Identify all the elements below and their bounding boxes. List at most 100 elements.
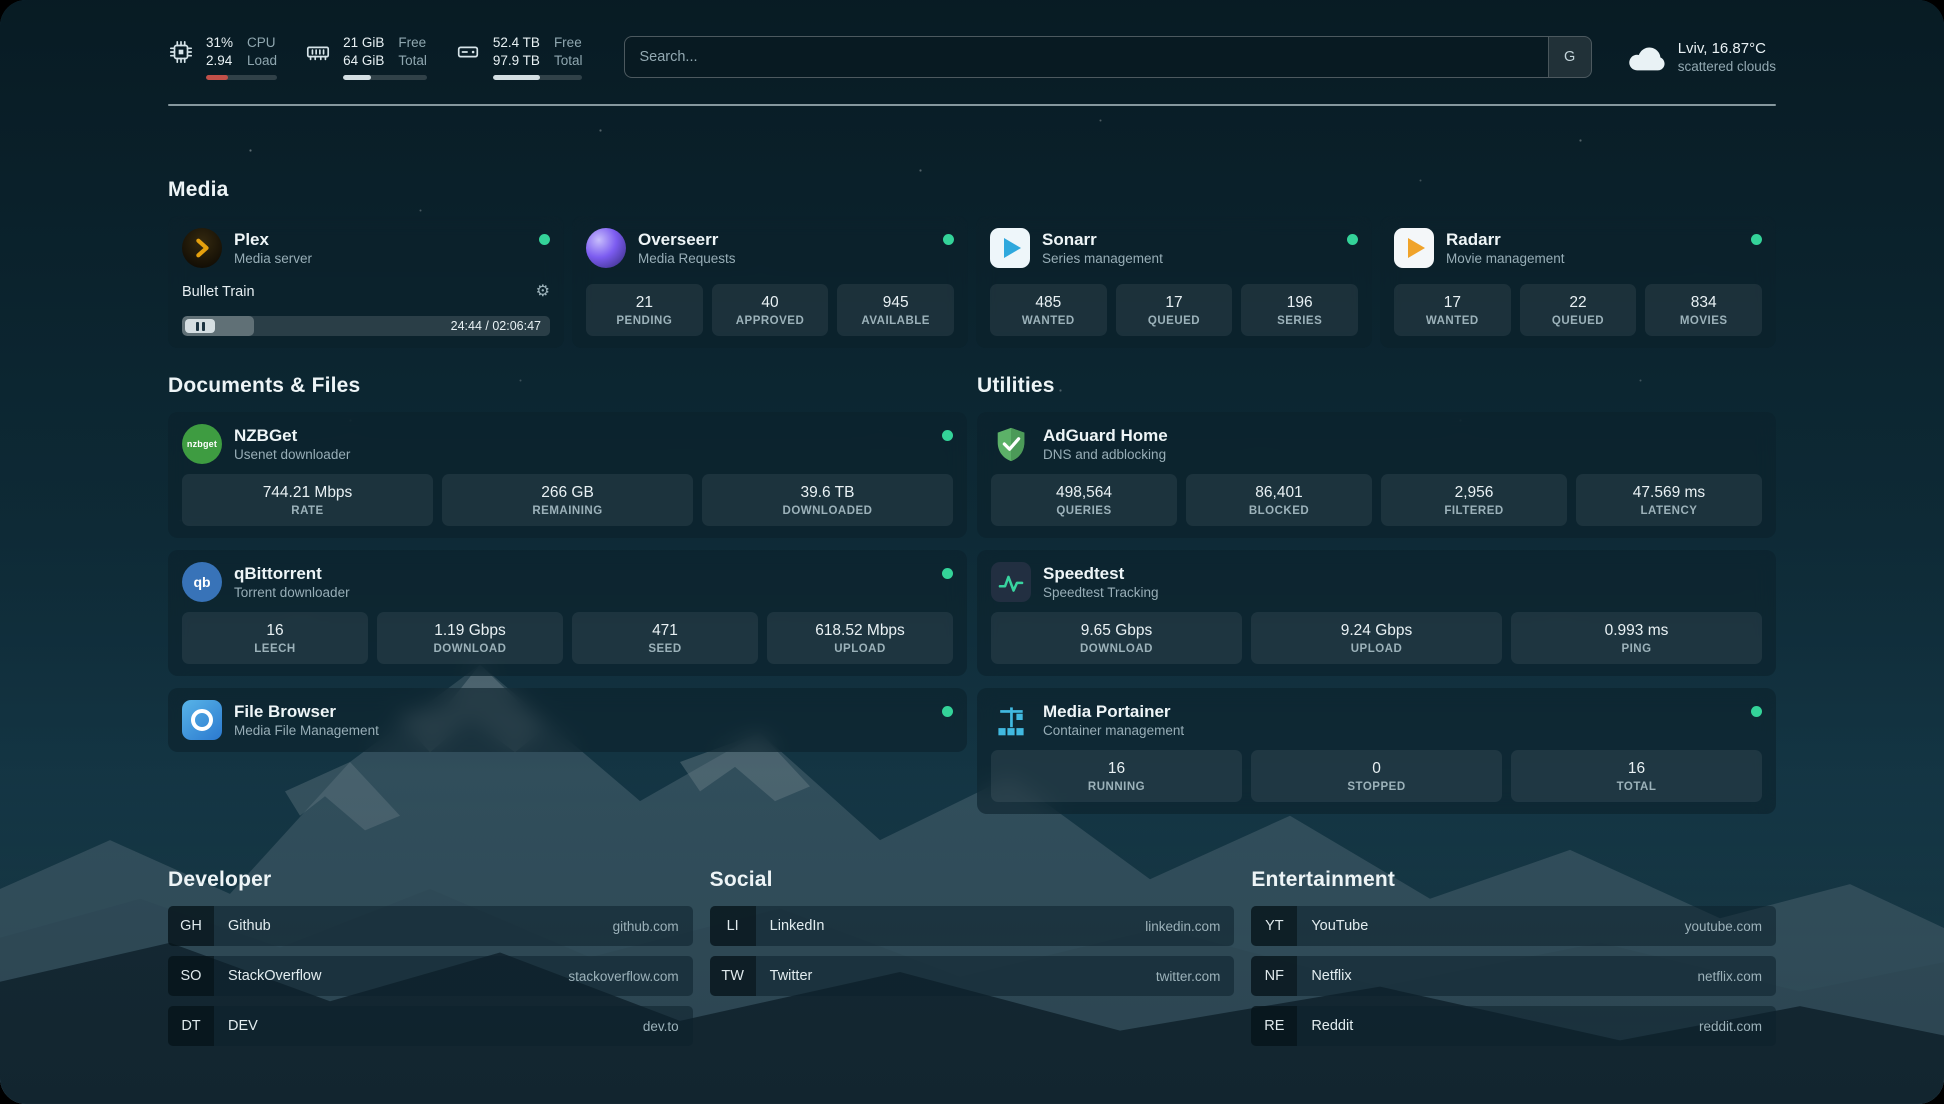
overseerr-card[interactable]: Overseerr Media Requests 21PENDING 40APP… (572, 216, 968, 348)
bookmark-name: LinkedIn (770, 918, 825, 934)
status-online-dot (1751, 234, 1762, 245)
stat-filtered: 2,956FILTERED (1381, 474, 1567, 526)
stat-value: 0.993 ms (1605, 622, 1669, 640)
portainer-crane-icon (991, 700, 1031, 740)
stat-label: UPLOAD (834, 643, 886, 655)
stat-value: 471 (652, 622, 678, 640)
memory-label: Free (398, 34, 427, 52)
app-desc: DNS and adblocking (1043, 447, 1168, 462)
topbar-divider (168, 104, 1776, 106)
stat-label: PING (1621, 643, 1651, 655)
stat-label: BLOCKED (1249, 505, 1309, 517)
bookmark-stackoverflow[interactable]: SO StackOverflow stackoverflow.com (168, 956, 693, 996)
bookmark-twitter[interactable]: TW Twitter twitter.com (710, 956, 1235, 996)
stat-label: WANTED (1022, 315, 1075, 327)
bookmark-netflix[interactable]: NF Netflix netflix.com (1251, 956, 1776, 996)
section-title-entertainment: Entertainment (1251, 868, 1776, 892)
app-name: File Browser (234, 702, 379, 722)
bookmark-abbr: GH (168, 906, 214, 946)
stat-label: RUNNING (1088, 781, 1145, 793)
cpu-label2: Load (247, 52, 277, 70)
stat-value: 196 (1287, 294, 1313, 312)
stat-value: 266 GB (541, 484, 594, 502)
bookmark-name: Github (228, 918, 271, 934)
media-cards-row: Plex Media server Bullet Train ⚙ 24:44 /… (168, 216, 1776, 348)
bookmark-name: DEV (228, 1018, 258, 1034)
app-name: AdGuard Home (1043, 426, 1168, 446)
stat-running: 16 RUNNING (991, 750, 1242, 802)
disk-widget: 52.4 TB 97.9 TB Free Total (455, 34, 583, 80)
stat-label: DOWNLOAD (1080, 643, 1153, 655)
app-desc: Torrent downloader (234, 585, 350, 600)
bookmark-abbr: SO (168, 956, 214, 996)
weather-widget[interactable]: Lviv, 16.87°C scattered clouds (1626, 40, 1776, 74)
stat-value: 40 (761, 294, 778, 312)
playback-progress-bar[interactable]: 24:44 / 02:06:47 (182, 316, 550, 336)
stat-blocked: 86,401 BLOCKED (1186, 474, 1372, 526)
plex-icon (182, 228, 222, 268)
stat-downloaded: 39.6 TBDOWNLOADED (702, 474, 953, 526)
radarr-card[interactable]: Radarr Movie management 17WANTED 22QUEUE… (1380, 216, 1776, 348)
topbar: 31% 2.94 CPU Load (168, 34, 1776, 80)
bookmark-url: linkedin.com (1145, 919, 1220, 934)
bookmark-linkedin[interactable]: LI LinkedIn linkedin.com (710, 906, 1235, 946)
app-desc: Speedtest Tracking (1043, 585, 1159, 600)
portainer-card[interactable]: Media Portainer Container management 16R… (977, 688, 1776, 814)
radarr-icon (1394, 228, 1434, 268)
app-desc: Container management (1043, 723, 1184, 738)
stat-value: 834 (1691, 294, 1717, 312)
stat-value: 16 (1108, 760, 1125, 778)
adguard-card[interactable]: AdGuard Home DNS and adblocking 498,564Q… (977, 412, 1776, 538)
stat-upload: 9.24 GbpsUPLOAD (1251, 612, 1502, 664)
stat-label: SERIES (1277, 315, 1322, 327)
stat-pending: 21PENDING (586, 284, 703, 336)
bookmark-url: dev.to (643, 1019, 679, 1034)
qbittorrent-card[interactable]: qb qBittorrent Torrent downloader 16LEEC… (168, 550, 967, 676)
sonarr-card[interactable]: Sonarr Series management 485WANTED 17QUE… (976, 216, 1372, 348)
memory-label2: Total (398, 52, 427, 70)
section-title-utilities: Utilities (977, 374, 1776, 398)
stat-value: 22 (1569, 294, 1586, 312)
pause-button[interactable] (185, 319, 215, 333)
app-name: Sonarr (1042, 230, 1163, 250)
bookmark-youtube[interactable]: YT YouTube youtube.com (1251, 906, 1776, 946)
bookmark-reddit[interactable]: RE Reddit reddit.com (1251, 1006, 1776, 1046)
qbittorrent-icon-label: qb (193, 574, 210, 590)
bookmark-dev[interactable]: DT DEV dev.to (168, 1006, 693, 1046)
bookmark-github[interactable]: GH Github github.com (168, 906, 693, 946)
status-online-dot (1347, 234, 1358, 245)
plex-card[interactable]: Plex Media server Bullet Train ⚙ 24:44 /… (168, 216, 564, 348)
stat-label: QUEUED (1148, 315, 1200, 327)
status-online-dot (539, 234, 550, 245)
stat-value: 16 (266, 622, 283, 640)
stat-wanted: 17WANTED (1394, 284, 1511, 336)
speedtest-pulse-icon (991, 562, 1031, 602)
nzbget-card[interactable]: nzbget NZBGet Usenet downloader 744.21 M… (168, 412, 967, 538)
app-desc: Series management (1042, 251, 1163, 266)
bookmark-abbr: TW (710, 956, 756, 996)
stat-label: RATE (291, 505, 323, 517)
memory-meter-fill (343, 75, 371, 80)
gear-icon[interactable]: ⚙ (536, 284, 550, 300)
cpu-widget: 31% 2.94 CPU Load (168, 34, 277, 80)
stat-label: TOTAL (1617, 781, 1657, 793)
stat-queries: 498,564QUERIES (991, 474, 1177, 526)
bookmark-url: twitter.com (1156, 969, 1221, 984)
stat-seed: 471SEED (572, 612, 758, 664)
speedtest-card[interactable]: Speedtest Speedtest Tracking 9.65 GbpsDO… (977, 550, 1776, 676)
cpu-chip-icon (168, 39, 194, 65)
filebrowser-card[interactable]: File Browser Media File Management (168, 688, 967, 752)
status-online-dot (1751, 706, 1762, 717)
weather-condition: scattered clouds (1678, 59, 1776, 74)
bookmark-abbr: DT (168, 1006, 214, 1046)
bookmark-abbr: RE (1251, 1006, 1297, 1046)
stat-label: QUERIES (1056, 505, 1111, 517)
stat-value: 0 (1372, 760, 1381, 778)
search-provider-button[interactable]: G (1548, 37, 1591, 77)
app-name: Speedtest (1043, 564, 1159, 584)
status-online-dot (943, 234, 954, 245)
stat-value: 86,401 (1255, 484, 1302, 502)
search-input[interactable] (625, 37, 1547, 77)
app-name: Overseerr (638, 230, 736, 250)
memory-total: 64 GiB (343, 52, 384, 70)
